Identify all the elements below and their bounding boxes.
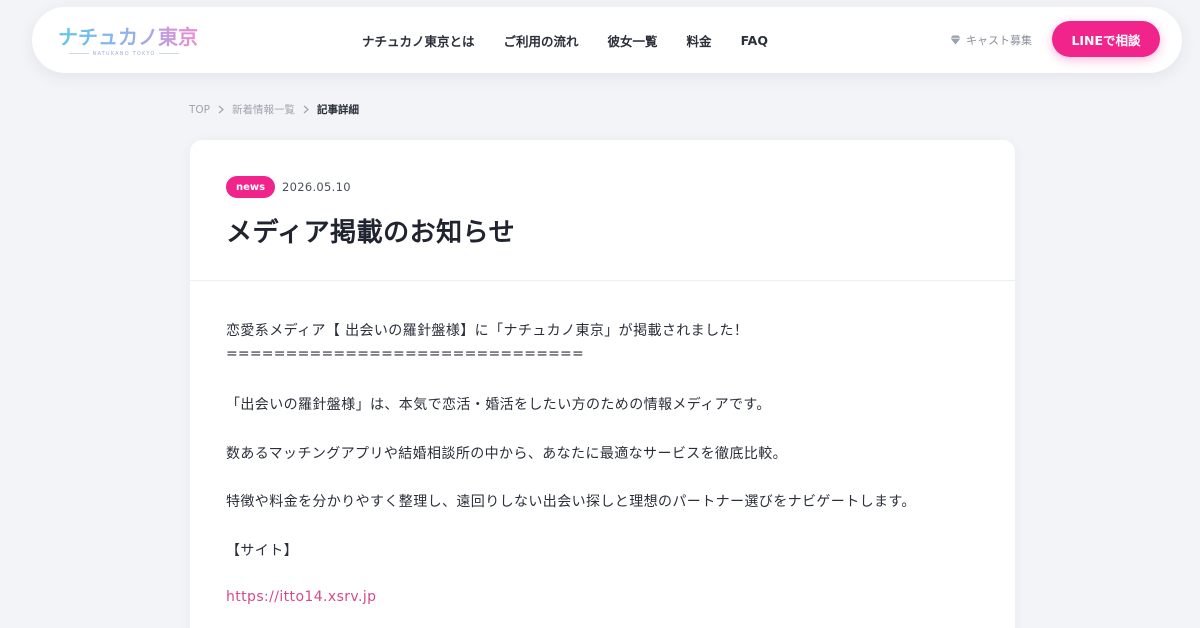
article-card: news 2026.05.10 メディア掲載のお知らせ 恋愛系メディア【 出会い… (190, 140, 1015, 628)
logo-subtext: NATUKANO TOKYO (64, 51, 184, 57)
article-header: news 2026.05.10 メディア掲載のお知らせ (190, 140, 1015, 281)
article-site-link[interactable]: https://itto14.xsrv.jp (226, 589, 376, 605)
line-consult-button[interactable]: LINEで相談 (1052, 21, 1160, 57)
cast-recruit-label: キャスト募集 (966, 34, 1032, 47)
article-paragraph: 「出会いの羅針盤様」は、本気で恋活・婚活をしたい方のための情報メディアです。 (226, 397, 771, 413)
breadcrumb-current: 記事詳細 (317, 104, 360, 116)
article-paragraph: 恋愛系メディア【 出会いの羅針盤様】に「ナチュカノ東京」が掲載されました！ (226, 323, 749, 339)
nav-item-cast-list[interactable]: 彼女一覧 (608, 31, 658, 50)
chevron-right-icon (303, 105, 309, 114)
logo-text: ナチュカノ東京 (58, 21, 198, 50)
nav-item-faq[interactable]: FAQ (741, 33, 768, 48)
site-header: ナチュカノ東京 NATUKANO TOKYO ナチュカノ東京とは ご利用の流れ … (32, 7, 1182, 73)
article-divider-text: ============================== (226, 346, 584, 362)
article-title: メディア掲載のお知らせ (226, 218, 516, 248)
breadcrumb-news-list[interactable]: 新着情報一覧 (232, 102, 295, 117)
category-badge: news (226, 176, 276, 198)
diamond-icon (950, 35, 961, 45)
nav-item-about[interactable]: ナチュカノ東京とは (362, 31, 475, 50)
article-paragraph: 特徴や料金を分かりやすく整理し、遠回りしない出会い探しと理想のパートナー選びをナ… (226, 494, 916, 510)
nav-item-pricing[interactable]: 料金 (687, 31, 712, 50)
breadcrumb-top[interactable]: TOP (189, 104, 210, 116)
article-date: 2026.05.10 (282, 180, 351, 194)
cast-recruit-link[interactable]: キャスト募集 (950, 7, 1032, 73)
logo[interactable]: ナチュカノ東京 NATUKANO TOKYO (58, 21, 198, 61)
article-paragraph: 数あるマッチングアプリや結婚相談所の中から、あなたに最適なサービスを徹底比較。 (226, 446, 788, 462)
nav-item-flow[interactable]: ご利用の流れ (504, 31, 579, 50)
chevron-right-icon (218, 105, 224, 114)
main-nav: ナチュカノ東京とは ご利用の流れ 彼女一覧 料金 FAQ (362, 7, 768, 73)
article-paragraph: 【サイト】 (226, 543, 298, 559)
breadcrumb: TOP 新着情報一覧 記事詳細 (189, 102, 359, 117)
